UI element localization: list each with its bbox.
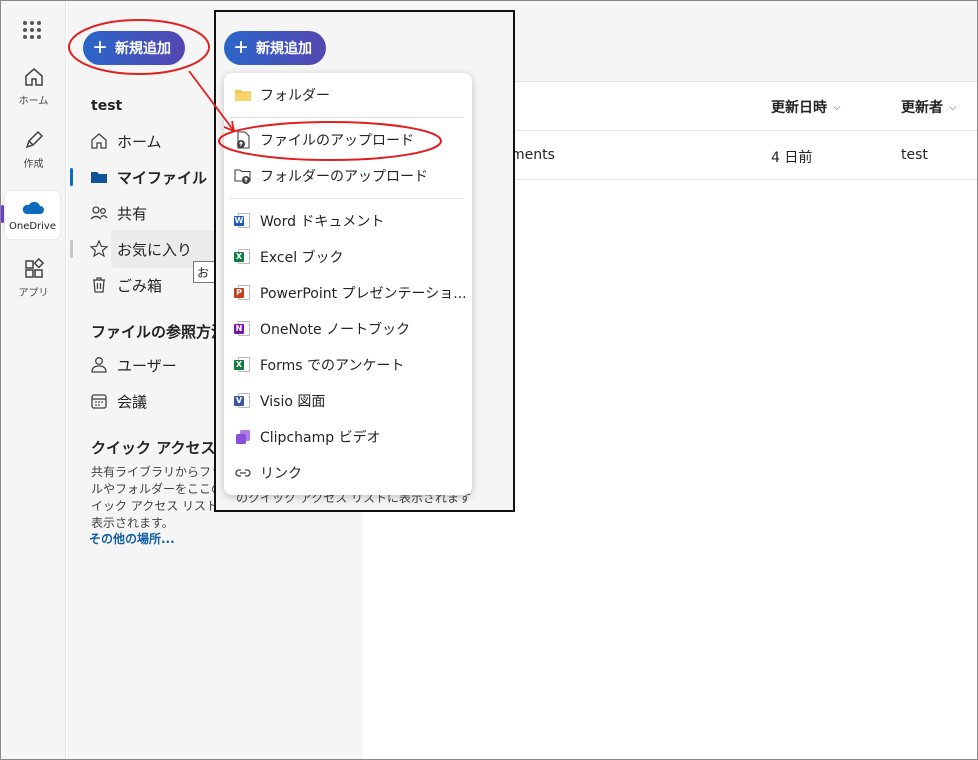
word-icon: W	[234, 212, 252, 230]
menu-item-folder[interactable]: フォルダー	[234, 81, 466, 109]
new-button-label: 新規追加	[256, 40, 313, 56]
quick-access-heading: クイック アクセス	[91, 439, 216, 457]
menu-item-label: Clipchamp ビデオ	[260, 430, 381, 446]
menu-item-label: Visio 図面	[260, 394, 326, 410]
folder-icon	[91, 172, 107, 183]
more-places-link[interactable]: その他の場所...	[89, 530, 175, 547]
hover-indicator	[70, 240, 73, 258]
menu-item-visio[interactable]: V Visio 図面	[234, 387, 466, 415]
nav-item-label: ユーザー	[117, 356, 177, 375]
forms-icon: X	[234, 356, 252, 374]
menu-item-excel[interactable]: X Excel ブック	[234, 243, 466, 271]
nav-item-label: ホーム	[117, 132, 162, 151]
rail-item-home[interactable]: ホーム	[1, 65, 66, 121]
menu-item-label: Forms でのアンケート	[260, 358, 405, 374]
rail-item-apps[interactable]: アプリ	[1, 257, 66, 313]
plus-icon: +	[93, 34, 108, 61]
star-icon	[89, 239, 109, 258]
menu-item-label: OneNote ノートブック	[260, 322, 411, 338]
clipchamp-icon	[236, 430, 250, 444]
row-name[interactable]: ments	[511, 147, 555, 163]
onedrive-cloud-icon	[22, 201, 44, 214]
rail-item-onedrive[interactable]: OneDrive	[5, 191, 60, 239]
menu-item-label: フォルダー	[260, 88, 330, 104]
new-button-label: 新規追加	[115, 40, 172, 56]
file-upload-icon	[237, 131, 250, 149]
row-modified-by: test	[901, 147, 928, 163]
menu-separator	[230, 117, 464, 118]
nav-item-label: 会議	[117, 392, 148, 411]
menu-item-label: Word ドキュメント	[260, 214, 385, 230]
menu-separator	[230, 198, 464, 199]
menu-item-word[interactable]: W Word ドキュメント	[234, 207, 466, 235]
app-rail: ホーム 作成 OneDrive アプリ	[1, 1, 66, 759]
browse-heading: ファイルの参照方法	[91, 323, 227, 341]
selected-indicator	[70, 168, 73, 186]
nav-item-label: 共有	[117, 204, 148, 223]
home-icon	[24, 68, 43, 86]
calendar-icon	[91, 394, 107, 409]
pen-icon	[25, 130, 43, 149]
powerpoint-icon: P	[234, 284, 252, 302]
menu-item-label: PowerPoint プレゼンテーショ...	[260, 286, 466, 302]
new-button[interactable]: + 新規追加	[224, 31, 327, 65]
trash-icon	[93, 277, 105, 293]
rail-item-create[interactable]: 作成	[1, 128, 66, 184]
visio-icon: V	[234, 392, 252, 410]
row-modified: 4 日前	[771, 150, 813, 166]
menu-item-file-upload[interactable]: ファイルのアップロード	[234, 126, 466, 154]
rail-item-label: アプリ	[18, 288, 49, 299]
rail-active-indicator	[1, 205, 4, 223]
excel-icon: X	[234, 248, 252, 266]
person-icon	[91, 357, 107, 373]
menu-item-label: フォルダーのアップロード	[260, 169, 428, 185]
menu-item-powerpoint[interactable]: P PowerPoint プレゼンテーショ...	[234, 279, 466, 307]
folder-upload-icon	[234, 169, 251, 184]
home-icon	[91, 133, 107, 149]
app-launcher-icon[interactable]	[23, 21, 41, 39]
chevron-down-icon: ⌵	[833, 101, 841, 113]
folder-icon	[235, 90, 251, 101]
column-modified[interactable]: 更新日時 ⌵	[771, 97, 841, 117]
new-dropdown-menu: フォルダー ファイルのアップロード フォルダーのアップロード W Word ドキ…	[224, 73, 472, 495]
menu-item-label: ファイルのアップロード	[260, 133, 414, 149]
rail-item-label: OneDrive	[8, 221, 57, 232]
rail-item-label: ホーム	[18, 96, 49, 107]
onenote-icon: N	[234, 320, 252, 338]
new-button[interactable]: + 新規追加	[83, 31, 186, 65]
column-modified-by[interactable]: 更新者 ⌵	[901, 97, 957, 117]
link-icon	[235, 469, 251, 477]
column-modified-label: 更新日時	[771, 100, 827, 116]
apps-icon	[24, 257, 44, 278]
rail-item-label: 作成	[23, 159, 44, 170]
menu-item-link[interactable]: リンク	[234, 459, 466, 487]
nav-item-label: お気に入り	[117, 240, 193, 259]
menu-item-forms[interactable]: X Forms でのアンケート	[234, 351, 466, 379]
nav-item-label: ごみ箱	[117, 276, 163, 295]
user-name: test	[91, 98, 123, 114]
menu-item-onenote[interactable]: N OneNote ノートブック	[234, 315, 466, 343]
nav-item-label: マイファイル	[117, 168, 208, 187]
column-modified-by-label: 更新者	[901, 100, 943, 116]
menu-item-label: リンク	[260, 466, 302, 482]
plus-icon: +	[234, 34, 249, 61]
menu-item-label: Excel ブック	[260, 250, 344, 266]
menu-item-clipchamp[interactable]: Clipchamp ビデオ	[234, 423, 466, 451]
people-icon	[90, 206, 108, 220]
chevron-down-icon: ⌵	[949, 101, 957, 113]
menu-item-folder-upload[interactable]: フォルダーのアップロード	[234, 162, 466, 190]
